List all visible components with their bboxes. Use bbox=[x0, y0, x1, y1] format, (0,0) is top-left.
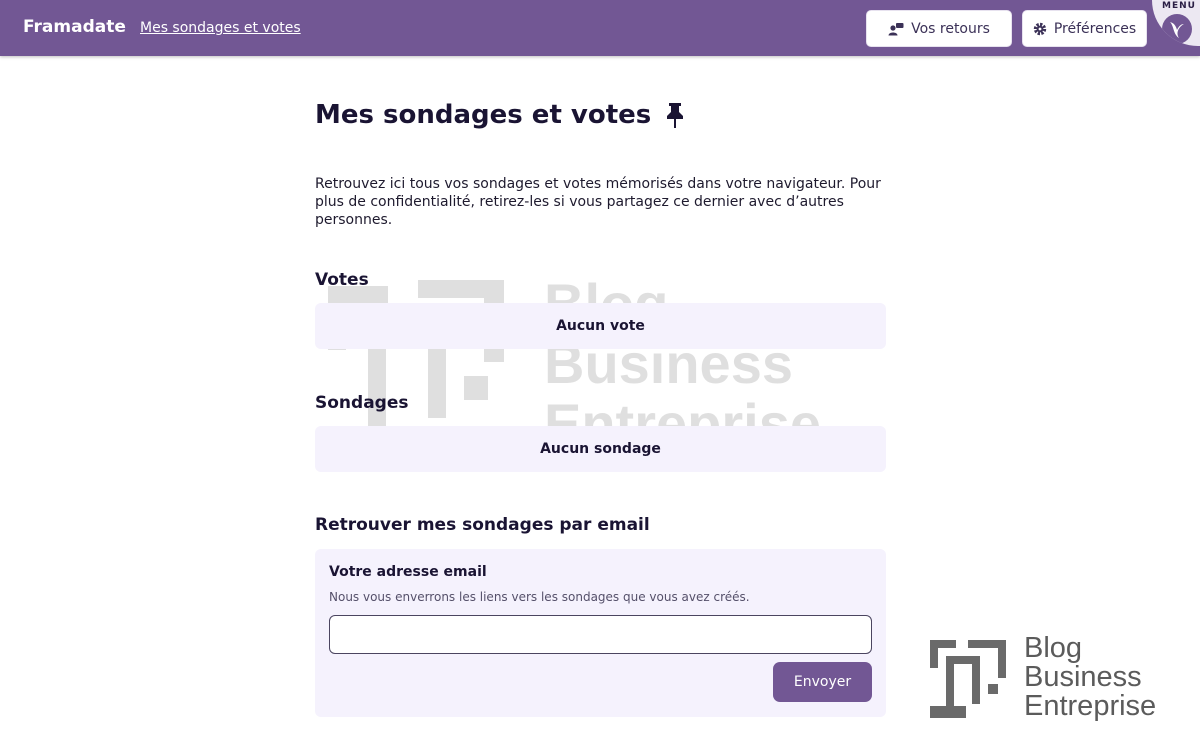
email-section-heading: Retrouver mes sondages par email bbox=[315, 515, 650, 535]
votes-heading: Votes bbox=[315, 270, 369, 290]
polls-heading: Sondages bbox=[315, 393, 409, 413]
votes-empty-state: Aucun vote bbox=[315, 303, 886, 349]
watermark-badge-mark-icon bbox=[930, 640, 1006, 718]
watermark-badge: Blog Business Entreprise bbox=[920, 628, 1183, 732]
feedback-icon bbox=[888, 22, 904, 35]
email-field-label: Votre adresse email bbox=[329, 564, 487, 580]
intro-text: Retrouvez ici tous vos sondages et votes… bbox=[315, 176, 881, 228]
nav-link-my-polls[interactable]: Mes sondages et votes bbox=[140, 20, 301, 36]
preferences-button-label: Préférences bbox=[1053, 20, 1137, 37]
feedback-button-label: Vos retours bbox=[911, 20, 990, 37]
email-field[interactable] bbox=[329, 615, 872, 654]
preferences-button[interactable]: Préférences bbox=[1022, 10, 1147, 47]
page-title: Mes sondages et votes bbox=[315, 100, 685, 130]
feedback-button[interactable]: Vos retours bbox=[866, 10, 1012, 47]
page-title-text: Mes sondages et votes bbox=[315, 100, 652, 130]
top-navbar: Framadate Mes sondages et votes Vos reto… bbox=[0, 0, 1200, 56]
email-help-text: Nous vous enverrons les liens vers les s… bbox=[329, 590, 750, 604]
menu-toggle[interactable]: MENU bbox=[1152, 0, 1200, 46]
polls-empty-state: Aucun sondage bbox=[315, 426, 886, 472]
gear-icon bbox=[1033, 22, 1047, 35]
pin-icon[interactable] bbox=[665, 101, 685, 129]
app-logo[interactable]: Framadate bbox=[23, 17, 126, 37]
framasoft-logo-icon bbox=[1162, 14, 1192, 44]
watermark-line: Blog bbox=[1024, 632, 1083, 664]
watermark-line: Business bbox=[1024, 661, 1142, 693]
email-form-panel: Votre adresse email Nous vous enverrons … bbox=[315, 549, 886, 717]
watermark-line: Entreprise bbox=[1024, 690, 1157, 722]
watermark-badge-text: Blog Business Entreprise bbox=[1024, 634, 1156, 721]
send-button[interactable]: Envoyer bbox=[773, 662, 872, 702]
